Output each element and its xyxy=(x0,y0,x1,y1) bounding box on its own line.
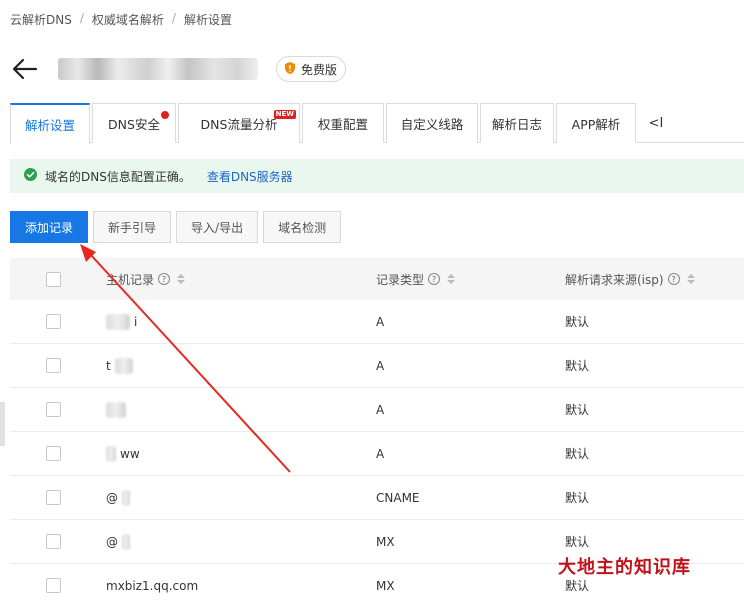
table-row: i A 默认 xyxy=(10,300,744,344)
column-type: 记录类型 ? xyxy=(376,271,565,288)
plan-badge: 免费版 xyxy=(276,56,347,82)
row-checkbox[interactable] xyxy=(46,358,61,373)
redacted-text xyxy=(106,313,130,330)
isp-value: 默认 xyxy=(565,315,590,329)
breadcrumb-separator: / xyxy=(171,11,176,25)
tab-dns-traffic-analysis[interactable]: DNS流量分析 NEW xyxy=(178,103,300,143)
table-row: A 默认 xyxy=(10,388,744,432)
isp-value: 默认 xyxy=(565,491,590,505)
tab-custom-lines[interactable]: 自定义线路 xyxy=(386,103,478,143)
sort-icon[interactable] xyxy=(177,274,186,284)
row-checkbox[interactable] xyxy=(46,402,61,417)
tab-dns-log[interactable]: 解析日志 xyxy=(480,103,554,143)
column-label: 记录类型 xyxy=(376,272,425,287)
column-isp: 解析请求来源(isp) ? xyxy=(565,271,744,288)
tab-app-dns[interactable]: APP解析 xyxy=(556,103,636,143)
tab-label: 自定义线路 xyxy=(400,117,464,132)
tab-label: DNS安全 xyxy=(108,117,160,132)
host-value: i xyxy=(134,314,138,329)
row-checkbox[interactable] xyxy=(46,534,61,549)
isp-value: 默认 xyxy=(565,403,590,417)
beginner-guide-button[interactable]: 新手引导 xyxy=(93,211,172,243)
column-host: 主机记录 ? xyxy=(106,271,376,288)
tab-label: 解析日志 xyxy=(491,117,542,132)
breadcrumb: 云解析DNS / 权威域名解析 / 解析设置 xyxy=(10,11,232,28)
table-header: 主机记录 ? 记录类型 ? 解析请求来源(isp) ? xyxy=(10,258,744,300)
breadcrumb-item-dns[interactable]: 云解析DNS xyxy=(10,11,72,28)
type-value: MX xyxy=(376,578,395,593)
tab-dns-security[interactable]: DNS安全 xyxy=(92,103,176,143)
type-value: A xyxy=(376,314,385,329)
tab-label: DNS流量分析 xyxy=(200,117,278,132)
sort-icon[interactable] xyxy=(686,274,695,284)
redacted-text xyxy=(122,489,130,506)
watermark: 大地主的知识库 xyxy=(558,557,691,578)
breadcrumb-separator: / xyxy=(79,11,84,25)
tab-dns-settings[interactable]: 解析设置 xyxy=(10,103,90,144)
scroll-handle[interactable] xyxy=(0,402,5,446)
help-icon[interactable]: ? xyxy=(428,273,441,285)
breadcrumb-item-current: 解析设置 xyxy=(183,13,232,27)
record-toolbar: 添加记录 新手引导 导入/导出 域名检测 xyxy=(10,211,342,243)
isp-value: 默认 xyxy=(565,359,590,373)
table-row: ww A 默认 xyxy=(10,432,744,476)
type-value: MX xyxy=(376,534,395,549)
table-row: @ CNAME 默认 xyxy=(10,476,744,520)
type-value: A xyxy=(376,358,385,373)
view-dns-servers-link[interactable]: 查看DNS服务器 xyxy=(207,168,293,185)
isp-value: 默认 xyxy=(565,579,590,593)
new-tag: NEW xyxy=(273,110,296,119)
plan-badge-label: 免费版 xyxy=(301,62,338,77)
row-checkbox[interactable] xyxy=(46,490,61,505)
domain-name-redacted xyxy=(58,58,258,80)
host-value: @ xyxy=(106,490,118,505)
help-icon[interactable]: ? xyxy=(158,273,171,285)
host-value: @ xyxy=(106,534,118,549)
page-header: 免费版 xyxy=(10,52,347,86)
breadcrumb-item-authority[interactable]: 权威域名解析 xyxy=(92,11,164,28)
host-value: t xyxy=(106,358,111,373)
tab-collapse-button[interactable]: <I xyxy=(638,103,674,143)
row-checkbox[interactable] xyxy=(46,314,61,329)
config-status-alert: 域名的DNS信息配置正确。 查看DNS服务器 xyxy=(10,159,744,193)
isp-value: 默认 xyxy=(565,447,590,461)
add-record-button[interactable]: 添加记录 xyxy=(10,211,89,243)
type-value: A xyxy=(376,402,385,417)
host-value: ww xyxy=(120,446,140,461)
column-label: 主机记录 xyxy=(106,272,155,287)
domain-detect-button[interactable]: 域名检测 xyxy=(263,211,342,243)
table-row: t A 默认 xyxy=(10,344,744,388)
tab-bar: 解析设置 DNS安全 DNS流量分析 NEW 权重配置 自定义线路 解析日志 A… xyxy=(10,103,744,144)
type-value: CNAME xyxy=(376,490,420,505)
sort-icon[interactable] xyxy=(447,274,456,284)
redacted-text xyxy=(122,533,130,550)
host-value: mxbiz1.qq.com xyxy=(106,578,199,593)
tab-label: 解析设置 xyxy=(24,118,75,133)
tab-label: APP解析 xyxy=(571,117,621,132)
help-icon[interactable]: ? xyxy=(667,273,680,285)
check-circle-icon xyxy=(24,168,37,184)
shield-icon xyxy=(283,61,297,78)
redacted-text xyxy=(114,357,133,374)
notification-dot xyxy=(161,111,169,119)
column-label: 解析请求来源(isp) xyxy=(565,272,664,287)
select-all-checkbox[interactable] xyxy=(46,271,61,287)
redacted-text xyxy=(106,445,116,462)
isp-value: 默认 xyxy=(565,535,590,549)
back-arrow-icon[interactable] xyxy=(10,54,40,84)
row-checkbox[interactable] xyxy=(46,446,61,461)
redacted-text xyxy=(106,401,126,418)
tab-weight-config[interactable]: 权重配置 xyxy=(302,103,384,143)
row-checkbox[interactable] xyxy=(46,578,61,593)
type-value: A xyxy=(376,446,385,461)
alert-message: 域名的DNS信息配置正确。 xyxy=(45,169,191,184)
import-export-button[interactable]: 导入/导出 xyxy=(176,211,259,243)
tab-label: 权重配置 xyxy=(317,117,368,132)
